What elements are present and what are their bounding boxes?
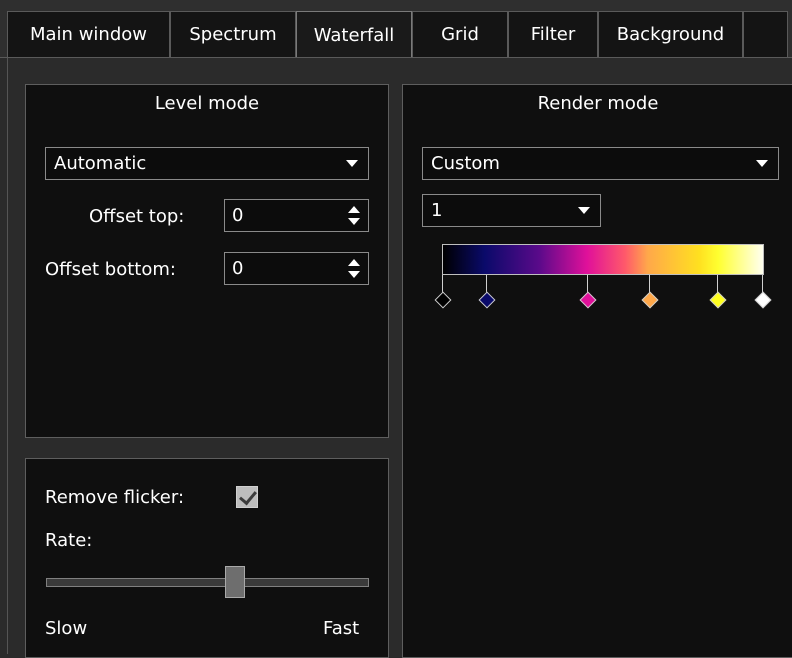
diamond-marker-icon	[579, 291, 597, 309]
preset-value: 1	[431, 200, 443, 221]
tab-grid[interactable]: Grid	[412, 11, 508, 57]
level-mode-value: Automatic	[54, 153, 147, 174]
gradient-stop[interactable]	[641, 275, 659, 315]
tab-bar-filler	[743, 11, 788, 57]
rate-slider-track[interactable]	[46, 578, 369, 587]
rate-label: Rate:	[45, 530, 93, 551]
remove-flicker-checkbox[interactable]	[236, 486, 258, 508]
tab-bar: Main window Spectrum Waterfall Grid Filt…	[0, 0, 792, 58]
tab-filter[interactable]: Filter	[508, 11, 598, 57]
tab-waterfall[interactable]: Waterfall	[296, 11, 412, 58]
color-gradient-bar[interactable]	[442, 244, 764, 275]
diamond-marker-icon	[434, 291, 452, 309]
rate-slider-handle[interactable]	[224, 566, 245, 598]
slow-label: Slow	[45, 618, 88, 639]
offset-top-spinbox[interactable]: 0	[224, 199, 369, 232]
diamond-marker-icon	[754, 291, 772, 309]
offset-bottom-spinbox[interactable]: 0	[224, 252, 369, 285]
spin-down-icon[interactable]	[348, 218, 360, 225]
level-mode-title: Level mode	[154, 93, 260, 114]
gradient-stop[interactable]	[478, 275, 496, 315]
level-mode-combobox[interactable]: Automatic	[45, 147, 369, 180]
gradient-stop[interactable]	[709, 275, 727, 315]
checkmark-icon	[239, 486, 257, 506]
spin-up-icon[interactable]	[348, 206, 360, 213]
render-mode-title: Render mode	[537, 93, 659, 114]
chevron-down-icon	[578, 207, 590, 214]
preset-combobox[interactable]: 1	[422, 194, 601, 227]
tab-main-window[interactable]: Main window	[7, 11, 170, 57]
spin-up-icon[interactable]	[348, 259, 360, 266]
offset-bottom-label: Offset bottom:	[45, 259, 176, 280]
chevron-down-icon	[346, 160, 358, 167]
diamond-marker-icon	[478, 291, 496, 309]
render-mode-combobox[interactable]: Custom	[422, 147, 779, 180]
fast-label: Fast	[323, 618, 360, 639]
render-mode-value: Custom	[431, 153, 500, 174]
gradient-stop[interactable]	[434, 275, 452, 315]
diamond-marker-icon	[709, 291, 727, 309]
chevron-down-icon	[756, 160, 768, 167]
diamond-marker-icon	[641, 291, 659, 309]
tab-spectrum[interactable]: Spectrum	[170, 11, 296, 57]
offset-bottom-value: 0	[232, 258, 244, 279]
gradient-stop[interactable]	[579, 275, 597, 315]
gradient-stop[interactable]	[754, 275, 772, 315]
offset-top-value: 0	[232, 205, 244, 226]
remove-flicker-label: Remove flicker:	[45, 487, 185, 508]
tab-background[interactable]: Background	[598, 11, 743, 57]
offset-top-label: Offset top:	[89, 206, 185, 227]
spin-down-icon[interactable]	[348, 271, 360, 278]
